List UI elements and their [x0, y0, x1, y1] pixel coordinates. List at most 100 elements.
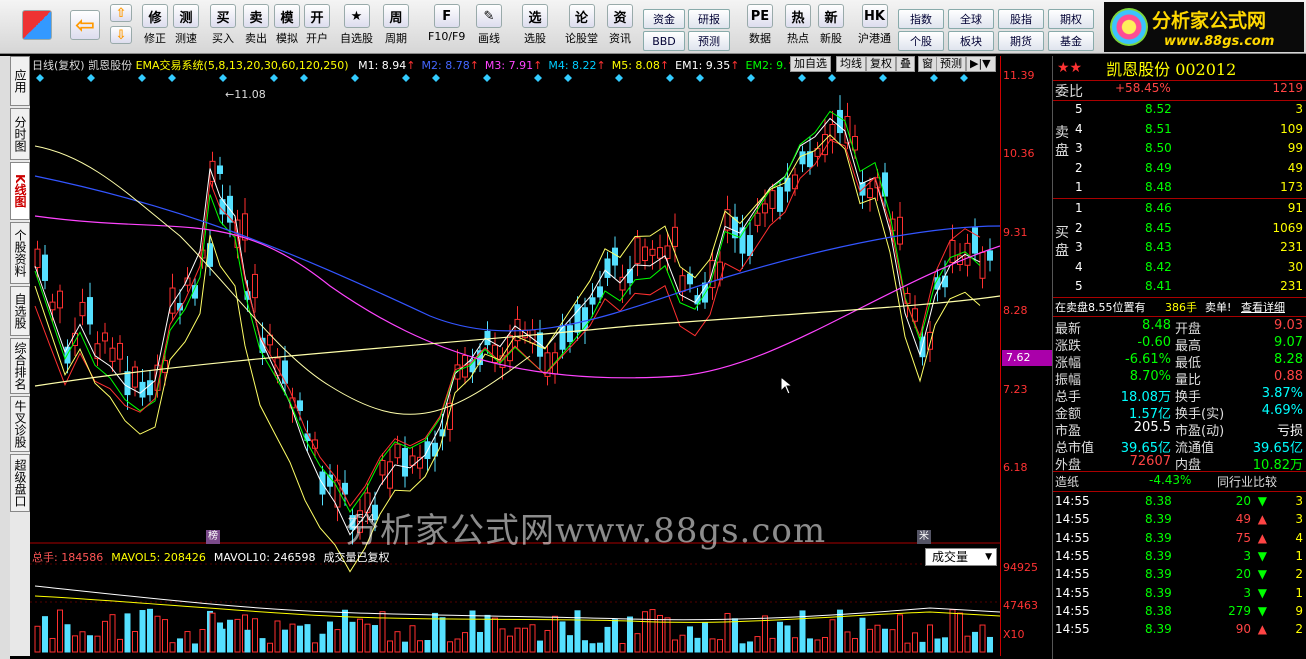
volume-bar [582, 640, 588, 653]
toolbar-button-1[interactable]: 测测速 [173, 0, 199, 46]
toolbar-small-button-10[interactable]: 期货 [998, 31, 1044, 51]
chart-top-button-3[interactable]: 叠 [896, 56, 915, 72]
toolbar-small-button-4[interactable]: 指数 [898, 9, 944, 29]
toolbar-button-0[interactable]: 修修正 [142, 0, 168, 46]
up-arrow-icon: ▲ [1257, 512, 1267, 527]
toolbar-small-button-7[interactable]: 期权 [1048, 9, 1094, 29]
left-tab-4[interactable]: 自选股 [10, 286, 30, 336]
toolbar-button-7[interactable]: 周周期 [383, 0, 409, 46]
signal-marker-icon [168, 74, 176, 82]
buy-level-num: 5 [1075, 279, 1083, 294]
toolbar-button-13[interactable]: PE 数据 [747, 0, 773, 46]
toolbar-small-button-0[interactable]: 资金 [643, 9, 685, 29]
left-tab-6[interactable]: 牛叉诊股 [10, 396, 30, 452]
toolbar-button-15[interactable]: 新新股 [818, 0, 844, 46]
toolbar-small-button-6[interactable]: 股指 [998, 9, 1044, 29]
scroll-down-icon[interactable]: ⇩ [110, 26, 132, 44]
volume-bar [694, 637, 701, 653]
up-arrow-icon: ↑ [406, 59, 416, 72]
volume-bar [177, 638, 183, 653]
signal-marker-icon [615, 74, 623, 82]
left-tab-7[interactable]: 超级盘口 [10, 454, 30, 512]
toolbar-button-10[interactable]: 选选股 [522, 0, 548, 46]
signal-marker-icon [300, 74, 308, 82]
kline-chart-svg[interactable] [30, 56, 1000, 656]
toolbar-button-2-icon: 买 [210, 4, 236, 28]
toolbar-button-5[interactable]: 开开户 [304, 0, 330, 46]
left-tab-3[interactable]: 个股资料 [10, 222, 30, 284]
chart-top-button-1[interactable]: 均线 [836, 56, 866, 72]
tick-row: 14:55 8.38 20 ▼ 3 [1053, 493, 1306, 512]
signal-marker-icon [960, 74, 968, 82]
tick-volume: 49 [1235, 512, 1251, 527]
toolbar-button-2-label: 买入 [212, 32, 234, 45]
toolbar-button-9[interactable]: ✎ 画线 [476, 0, 502, 46]
sell-level-3: 3 8.50 99 [1053, 140, 1306, 159]
notice-detail-link[interactable]: 查看详细 [1241, 299, 1285, 315]
toolbar-button-12-icon: 资 [607, 4, 633, 28]
toolbar-small-button-8[interactable]: 个股 [898, 31, 944, 51]
chart-top-button-0[interactable]: 加自选 [790, 56, 831, 72]
volume-indicator-select[interactable]: 成交量 ▼ [925, 548, 997, 566]
left-tab-5[interactable]: 综合排名 [10, 338, 30, 394]
volume-bar [244, 629, 251, 653]
toolbar-small-button-3[interactable]: 预测 [688, 31, 730, 51]
volume-bar [462, 632, 468, 653]
chart-menu-arrow-icon[interactable]: ▶|▼ [966, 56, 996, 72]
toolbar-button-6[interactable]: ★ 自选股 [340, 0, 373, 46]
toolbar-button-2[interactable]: 买买入 [210, 0, 236, 46]
favorite-stars-icon[interactable]: ★★ [1057, 60, 1082, 76]
volume-bar [124, 613, 131, 653]
toolbar-small-button-2[interactable]: BBD [643, 31, 685, 51]
toolbar-button-14[interactable]: 热热点 [785, 0, 811, 46]
toolbar-small-button-9[interactable]: 板块 [948, 31, 994, 51]
left-tab-1[interactable]: 分时图 [10, 108, 30, 160]
scroll-up-icon[interactable]: ⇧ [110, 0, 132, 22]
price-axis: 7.62 11.39 10.36 9.31 8.28 7.23 6.18 94925 4746… [1000, 56, 1052, 656]
back-arrow-icon[interactable]: ⇦ [70, 0, 100, 40]
volume-bar [859, 617, 866, 653]
left-tab-2[interactable]: K线图 [10, 162, 30, 220]
volume-bar [529, 624, 536, 653]
industry-compare-link[interactable]: 同行业比较 [1217, 473, 1277, 490]
toolbar-button-4[interactable]: 模模拟 [274, 0, 300, 46]
tick-price: 8.39 [1145, 548, 1172, 563]
big-order-notice[interactable]: 在卖盘8.55位置有 386手 卖单! 查看详细 [1053, 298, 1306, 317]
sell-level-num: 1 [1075, 180, 1083, 195]
toolbar-button-12[interactable]: 资资讯 [607, 0, 633, 46]
candle-body [402, 448, 408, 477]
chart-top-button-2[interactable]: 复权 [866, 56, 896, 72]
toolbar-button-8[interactable]: F F10/F9 [428, 0, 465, 43]
toolbar-button-3-icon: 卖 [243, 4, 269, 28]
logo-url: www.88gs.com [1164, 34, 1275, 49]
candle-body [672, 226, 678, 247]
sell-price: 8.50 [1145, 141, 1172, 156]
rank-badge[interactable]: 榜 [206, 530, 220, 544]
tick-volume: 20 [1235, 494, 1251, 508]
toolbar-button-6-icon: ★ [343, 4, 370, 28]
volume-bar [777, 621, 783, 653]
volume-bar [42, 616, 48, 653]
tick-time: 14:55 [1055, 494, 1090, 508]
stat-value: 72607 [1129, 454, 1171, 469]
toolbar-button-16[interactable]: HK 沪港通 [858, 0, 891, 46]
volume-bar [792, 637, 798, 653]
toolbar-button-11[interactable]: 论论股堂 [565, 0, 598, 46]
chart-top-button-4[interactable]: 窗 [918, 56, 937, 72]
app-menu-icon[interactable] [22, 0, 52, 40]
left-tab-0[interactable]: 应用 [10, 56, 30, 106]
candle-body [49, 301, 56, 311]
candle-body [252, 273, 258, 299]
toolbar-small-button-5[interactable]: 全球 [948, 9, 994, 29]
kline-chart-area[interactable]: 日线(复权) 凯恩股份 EMA交易系统(5,8,13,20,30,60,120,… [30, 56, 1000, 656]
ma-value-5: EM1: 9.35 [675, 59, 731, 72]
buy-level-5: 5 8.41 231 [1053, 278, 1306, 297]
toolbar-small-button-1[interactable]: 研报 [688, 9, 730, 29]
toolbar-button-3[interactable]: 卖卖出 [243, 0, 269, 46]
event-badge[interactable]: 米 [917, 530, 931, 544]
chart-top-button-5[interactable]: 预测 [936, 56, 966, 72]
toolbar-button-0-icon: 修 [142, 4, 168, 28]
signal-marker-icon [747, 74, 755, 82]
stat-value: 8.48 [1142, 318, 1171, 333]
toolbar-small-button-11[interactable]: 基金 [1048, 31, 1094, 51]
